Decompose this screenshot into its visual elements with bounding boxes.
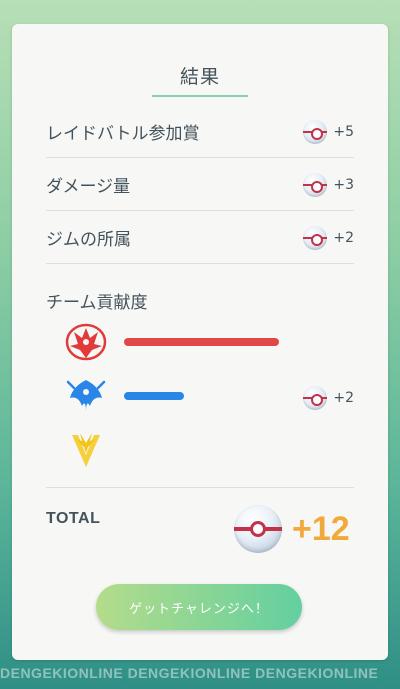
total-value: +12 xyxy=(292,510,350,548)
reward-amount: +2 xyxy=(303,386,354,410)
page-title: 結果 xyxy=(179,66,220,88)
title-underline xyxy=(152,95,248,97)
premier-ball-icon xyxy=(303,172,328,197)
mystic-contribution-bar xyxy=(124,392,184,400)
reward-value: +3 xyxy=(333,176,354,193)
reward-row-damage: ダメージ量 +3 xyxy=(46,159,354,211)
total-divider xyxy=(46,487,354,488)
premier-ball-large-icon xyxy=(234,505,282,553)
reward-amount: +2 xyxy=(303,225,354,250)
reward-row-raid-participation: レイドバトル参加賞 +5 xyxy=(46,106,354,158)
watermark-text: DENGEKIONLINE xyxy=(127,665,251,681)
watermark-text: DENGEKIONLINE xyxy=(0,665,124,681)
premier-ball-icon xyxy=(303,225,328,250)
team-row-mystic: +2 xyxy=(46,376,354,420)
reward-amount: +3 xyxy=(303,172,354,197)
valor-contribution-bar xyxy=(124,338,279,346)
reward-row-gym-affiliation: ジムの所属 +2 xyxy=(46,212,354,264)
premier-ball-icon xyxy=(303,386,328,410)
team-contribution-label: チーム貢献度 xyxy=(46,293,148,313)
reward-value: +2 xyxy=(333,390,354,406)
result-card: 結果 レイドバトル参加賞 +5 ダメージ量 +3 ジムの所属 +2 チーム貢献度 xyxy=(12,24,388,660)
premier-ball-icon xyxy=(303,119,328,144)
reward-row-label: ダメージ量 xyxy=(46,177,131,197)
watermark: DENGEKIONLINE DENGEKIONLINE DENGEKIONLIN… xyxy=(0,665,400,685)
team-row-instinct xyxy=(46,429,354,473)
reward-row-label: ジムの所属 xyxy=(46,230,131,250)
go-to-catch-challenge-button[interactable]: ゲットチャレンジへ！ xyxy=(96,584,302,630)
reward-amount: +5 xyxy=(303,119,354,144)
total-label: TOTAL xyxy=(46,510,101,527)
reward-row-label: レイドバトル参加賞 xyxy=(46,124,200,144)
zapdos-instinct-icon xyxy=(72,433,100,467)
watermark-text: DENGEKIONLINE xyxy=(255,665,379,681)
moltres-valor-icon xyxy=(65,323,107,361)
articuno-mystic-icon xyxy=(66,380,106,412)
reward-value: +5 xyxy=(333,123,354,140)
team-row-valor xyxy=(46,322,354,366)
reward-value: +2 xyxy=(333,229,354,246)
